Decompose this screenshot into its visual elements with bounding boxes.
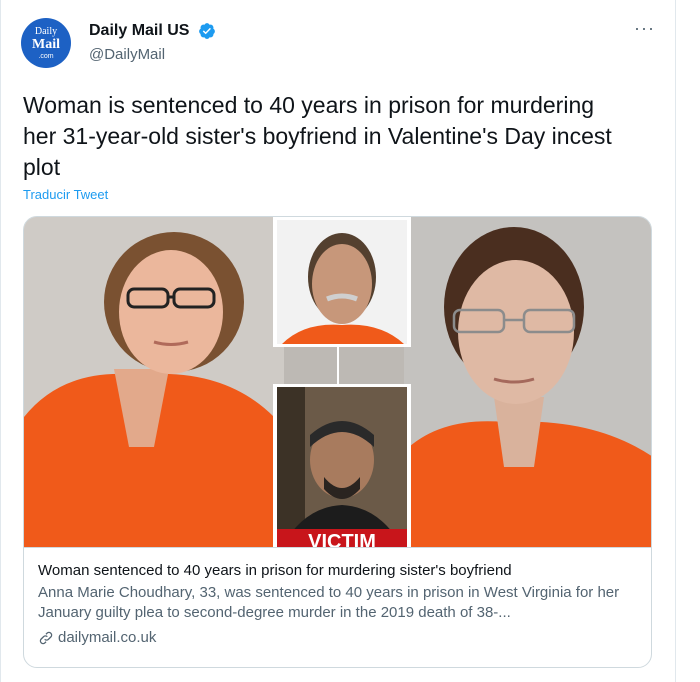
- card-domain: dailymail.co.uk: [58, 629, 157, 646]
- account-handle[interactable]: @DailyMail: [89, 46, 165, 63]
- tweet-text: Woman is sentenced to 40 years in prison…: [23, 92, 612, 180]
- card-title: Woman sentenced to 40 years in prison fo…: [38, 562, 512, 579]
- avatar-text-3: .com: [38, 52, 54, 60]
- avatar-text-2: Mail: [32, 36, 60, 52]
- card-domain-link[interactable]: dailymail.co.uk: [38, 629, 639, 646]
- link-card[interactable]: VICTIM Woman sentenced to 40 years in pr…: [23, 216, 652, 668]
- link-icon: [39, 631, 53, 644]
- translate-link[interactable]: Traducir Tweet: [23, 187, 108, 202]
- tweet[interactable]: Daily Mail .com Daily Mail US @DailyMail…: [0, 0, 676, 682]
- verified-badge-icon: [199, 23, 215, 39]
- avatar-text-1: Daily: [34, 25, 58, 37]
- card-image[interactable]: VICTIM: [24, 217, 651, 547]
- card-photo-collage: VICTIM: [24, 217, 651, 547]
- card-description: Anna Marie Choudhary, 33, was sentenced …: [38, 584, 620, 621]
- avatar[interactable]: Daily Mail .com: [21, 18, 71, 68]
- victim-caption: VICTIM: [308, 531, 376, 547]
- account-name[interactable]: Daily Mail US: [89, 22, 189, 40]
- more-dots-icon[interactable]: ···: [634, 18, 655, 39]
- card-info[interactable]: Woman sentenced to 40 years in prison fo…: [24, 547, 651, 667]
